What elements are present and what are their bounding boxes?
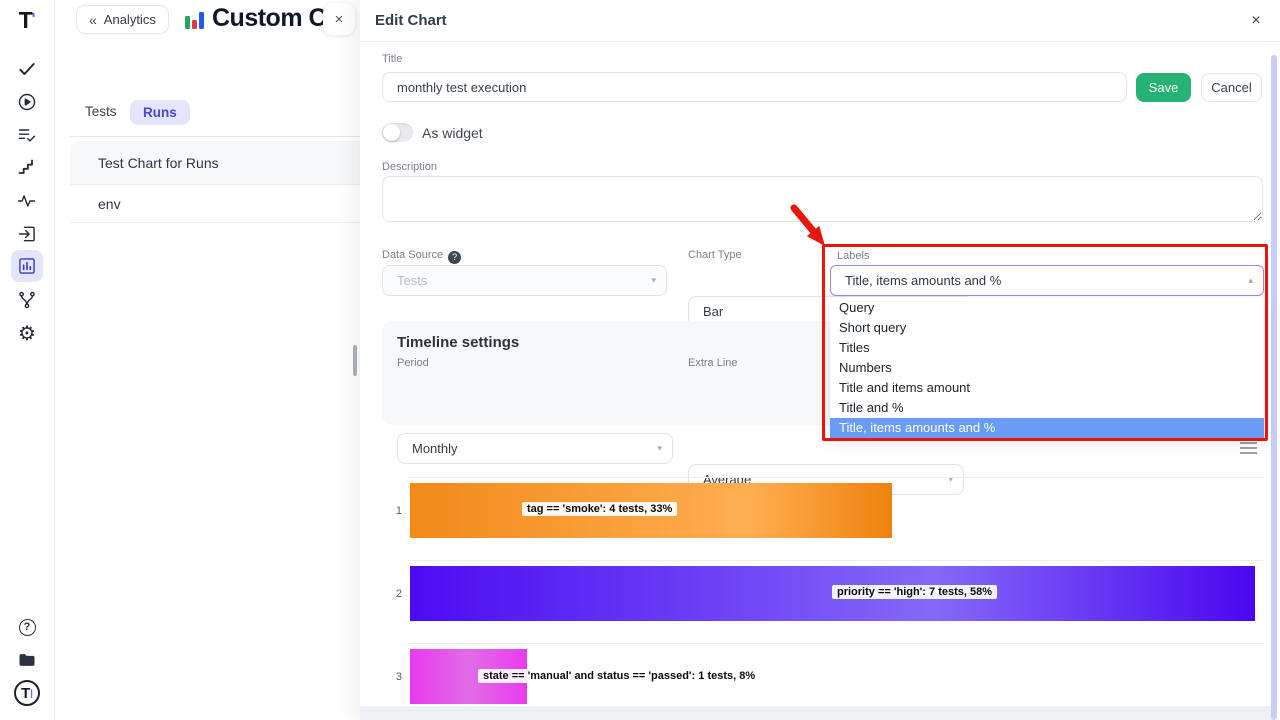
list-item-label: Test Chart for Runs xyxy=(98,155,219,171)
help-badge-icon[interactable]: ? xyxy=(448,251,461,264)
folder-icon[interactable] xyxy=(11,644,43,676)
chevron-down-icon: ▾ xyxy=(657,443,662,454)
back-button-label: Analytics xyxy=(104,12,156,27)
bar-label: tag == 'smoke': 4 tests, 33% xyxy=(522,502,677,516)
extra-line-label: Extra Line xyxy=(688,357,738,369)
page-title: Custom C xyxy=(212,4,326,33)
left-icon-rail: T' ⚙ ? T| xyxy=(0,0,55,720)
app-logo-letter: T xyxy=(19,7,32,34)
close-icon: × xyxy=(1251,12,1260,30)
import-icon[interactable] xyxy=(11,218,43,250)
chart-menu-icon[interactable] xyxy=(1240,442,1257,457)
page-close-button[interactable]: × xyxy=(323,3,355,35)
help-icon[interactable]: ? xyxy=(11,611,43,643)
bar-label: state == 'manual' and status == 'passed'… xyxy=(478,669,760,683)
option-title-and-percent[interactable]: Title and % xyxy=(830,397,1264,417)
tabs-divider xyxy=(70,136,360,137)
option-title-items-amounts-and-percent[interactable]: Title, items amounts and % xyxy=(830,418,1264,438)
list-item-env[interactable]: env xyxy=(70,185,360,223)
app-logo-tick: ' xyxy=(32,11,36,29)
tab-runs[interactable]: Runs xyxy=(130,100,190,125)
labels-field-label: Labels xyxy=(835,250,871,262)
chart-bar-green xyxy=(185,16,190,29)
chevron-down-icon: ▾ xyxy=(651,275,656,286)
option-title-and-items-amount[interactable]: Title and items amount xyxy=(830,377,1264,397)
row-number: 1 xyxy=(384,505,402,517)
chart-row-1: 1 tag == 'smoke': 4 tests, 33% xyxy=(408,477,1263,560)
page-title-group: Custom C xyxy=(185,4,345,33)
toggle-knob xyxy=(383,124,400,141)
list-check-icon[interactable] xyxy=(11,119,43,151)
description-field-label: Description xyxy=(382,161,437,173)
play-circle-icon[interactable] xyxy=(11,86,43,118)
tab-tests[interactable]: Tests xyxy=(85,104,117,119)
title-field-label: Title xyxy=(382,53,402,65)
chart-type-label: Chart Type xyxy=(688,249,742,261)
description-input[interactable] xyxy=(382,176,1263,222)
as-widget-label: As widget xyxy=(422,125,483,141)
panel-header xyxy=(360,0,1280,42)
period-value: Monthly xyxy=(412,441,458,456)
chart-row-3: 3 state == 'manual' and status == 'passe… xyxy=(408,643,1263,706)
list-item-label: env xyxy=(98,196,121,212)
help-question-glyph: ? xyxy=(19,619,36,636)
option-numbers[interactable]: Numbers xyxy=(830,357,1264,377)
data-source-select[interactable]: Tests ▾ xyxy=(382,265,667,296)
option-titles[interactable]: Titles xyxy=(830,337,1264,357)
period-label: Period xyxy=(397,357,429,369)
panel-title: Edit Chart xyxy=(375,12,447,29)
option-short-query[interactable]: Short query xyxy=(830,317,1264,337)
branch-icon[interactable] xyxy=(11,284,43,316)
account-logo-ring: T| xyxy=(14,680,40,706)
app-root: T' ⚙ ? T| xyxy=(0,0,1280,720)
as-widget-toggle[interactable] xyxy=(382,123,413,142)
edit-chart-panel: Edit Chart × Title Save Cancel As widget… xyxy=(360,0,1280,720)
panel-close-button[interactable]: × xyxy=(1245,10,1267,32)
data-source-label: Data Source? xyxy=(382,249,461,264)
option-query[interactable]: Query xyxy=(830,297,1264,317)
chart-bar-blue xyxy=(199,12,204,29)
steps-icon[interactable] xyxy=(11,152,43,184)
chevron-up-icon: ▴ xyxy=(1248,275,1253,286)
cancel-button[interactable]: Cancel xyxy=(1201,73,1262,102)
colorful-chart-icon xyxy=(185,9,204,29)
timeline-settings-heading: Timeline settings xyxy=(397,334,519,351)
tests-check-icon[interactable] xyxy=(11,53,43,85)
activity-pulse-icon[interactable] xyxy=(11,185,43,217)
labels-options-list: Query Short query Titles Numbers Title a… xyxy=(830,297,1264,438)
app-logo-icon[interactable]: T' xyxy=(11,4,43,36)
list-item-test-chart-for-runs[interactable]: Test Chart for Runs xyxy=(70,141,360,185)
bar-label: priority == 'high': 7 tests, 58% xyxy=(832,585,997,599)
bottom-strip xyxy=(360,706,1272,720)
close-icon: × xyxy=(335,11,344,28)
back-to-analytics-button[interactable]: « Analytics xyxy=(76,5,169,34)
analytics-chart-icon[interactable] xyxy=(11,250,43,282)
labels-select[interactable]: Title, items amounts and % ▴ xyxy=(830,265,1264,296)
row-number: 3 xyxy=(384,671,402,683)
title-input[interactable] xyxy=(382,72,1127,102)
row-number: 2 xyxy=(384,588,402,600)
data-source-label-text: Data Source xyxy=(382,249,443,261)
period-select[interactable]: Monthly ▾ xyxy=(397,433,673,464)
data-source-value: Tests xyxy=(397,273,427,288)
save-button[interactable]: Save xyxy=(1136,73,1191,102)
chevrons-left-icon: « xyxy=(89,12,97,28)
labels-selected-value: Title, items amounts and % xyxy=(845,273,1001,288)
chart-type-value: Bar xyxy=(703,304,723,319)
page-scrollbar-thumb[interactable] xyxy=(353,345,357,376)
chart-bar-red xyxy=(192,20,197,29)
account-logo-icon[interactable]: T| xyxy=(11,677,43,709)
gear-icon[interactable]: ⚙ xyxy=(11,317,43,349)
chart-row-2: 2 priority == 'high': 7 tests, 58% xyxy=(408,560,1263,643)
panel-scrollbar[interactable] xyxy=(1271,55,1277,720)
